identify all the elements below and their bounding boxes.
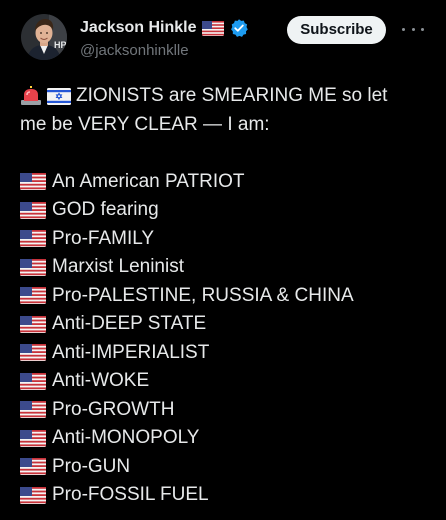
list-item-text: Pro-FAMILY [52, 227, 155, 249]
intro-line-2: me be VERY CLEAR — I am: [20, 111, 430, 140]
intro-text-line-2: me be VERY CLEAR — I am: [20, 113, 270, 135]
list-item: Marxist Leninist [20, 253, 430, 282]
list-item: Pro-GUN [20, 453, 430, 482]
us-flag-icon [20, 486, 46, 504]
tweet-text: ZIONISTS are SMEARING ME so let me be VE… [20, 82, 430, 510]
display-name[interactable]: Jackson Hinkle [80, 19, 197, 37]
intro-line-1: ZIONISTS are SMEARING ME so let [20, 82, 430, 111]
list-item-text: Anti-DEEP STATE [52, 313, 207, 334]
siren-icon [21, 86, 41, 106]
us-flag-icon [20, 344, 46, 362]
verified-badge-icon[interactable] [229, 18, 249, 38]
list-item-text: GOD fearing [52, 199, 159, 220]
us-flag-icon [20, 201, 46, 219]
list-item: Anti-DEEP STATE [20, 310, 430, 339]
us-flag-icon [201, 20, 224, 36]
intro-text-line-1: ZIONISTS are SMEARING ME so let [76, 85, 388, 106]
list-item: Pro-GROWTH [20, 396, 430, 425]
more-options-icon[interactable] [402, 20, 424, 38]
us-flag-icon [20, 287, 46, 305]
list-item: Pro-FAMILY [20, 225, 430, 254]
list-item: Anti-IMPERIALIST [20, 339, 430, 368]
list-item-text: Pro-GUN [52, 455, 131, 477]
list-item-text: Pro-FOSSIL FUEL [52, 484, 209, 505]
list-item-text: Anti-WOKE [52, 370, 150, 391]
subscribe-button[interactable]: Subscribe [287, 16, 386, 44]
avatar[interactable]: HP [21, 14, 67, 60]
more-dot [411, 27, 415, 31]
list-item: An American PATRIOT [20, 168, 430, 197]
list-item: Pro-PALESTINE, RUSSIA & CHINA [20, 282, 430, 311]
israel-flag-icon [47, 87, 71, 105]
list-item-text: Pro-PALESTINE, RUSSIA & CHINA [52, 284, 354, 306]
us-flag-icon [20, 458, 46, 476]
us-flag-icon [20, 230, 46, 248]
us-flag-icon [20, 258, 46, 276]
list-item-text: An American PATRIOT [52, 170, 245, 192]
list-item: Anti-WOKE [20, 367, 430, 396]
us-flag-icon [20, 372, 46, 390]
more-dot [421, 27, 424, 31]
us-flag-icon [20, 401, 46, 419]
beliefs-list: An American PATRIOT GOD fearing Pro-FAMILY… [20, 168, 430, 510]
list-item-text: Anti-IMPERIALIST [52, 341, 210, 363]
us-flag-icon [20, 315, 46, 333]
list-item: Pro-FOSSIL FUEL [20, 481, 430, 510]
list-item: GOD fearing [20, 196, 430, 225]
us-flag-icon [20, 429, 46, 447]
avatar-image: HP [21, 14, 67, 60]
list-item-text: Anti-MONOPOLY [52, 427, 200, 448]
us-flag-icon [20, 173, 46, 191]
svg-text:HP: HP [54, 40, 67, 50]
list-item-text: Pro-GROWTH [52, 398, 175, 420]
more-dot [402, 27, 405, 31]
list-item: Anti-MONOPOLY [20, 424, 430, 453]
handle[interactable]: @jacksonhinklle [80, 42, 189, 59]
list-item-text: Marxist Leninist [52, 256, 184, 277]
author-name-row: Jackson Hinkle [80, 17, 249, 39]
